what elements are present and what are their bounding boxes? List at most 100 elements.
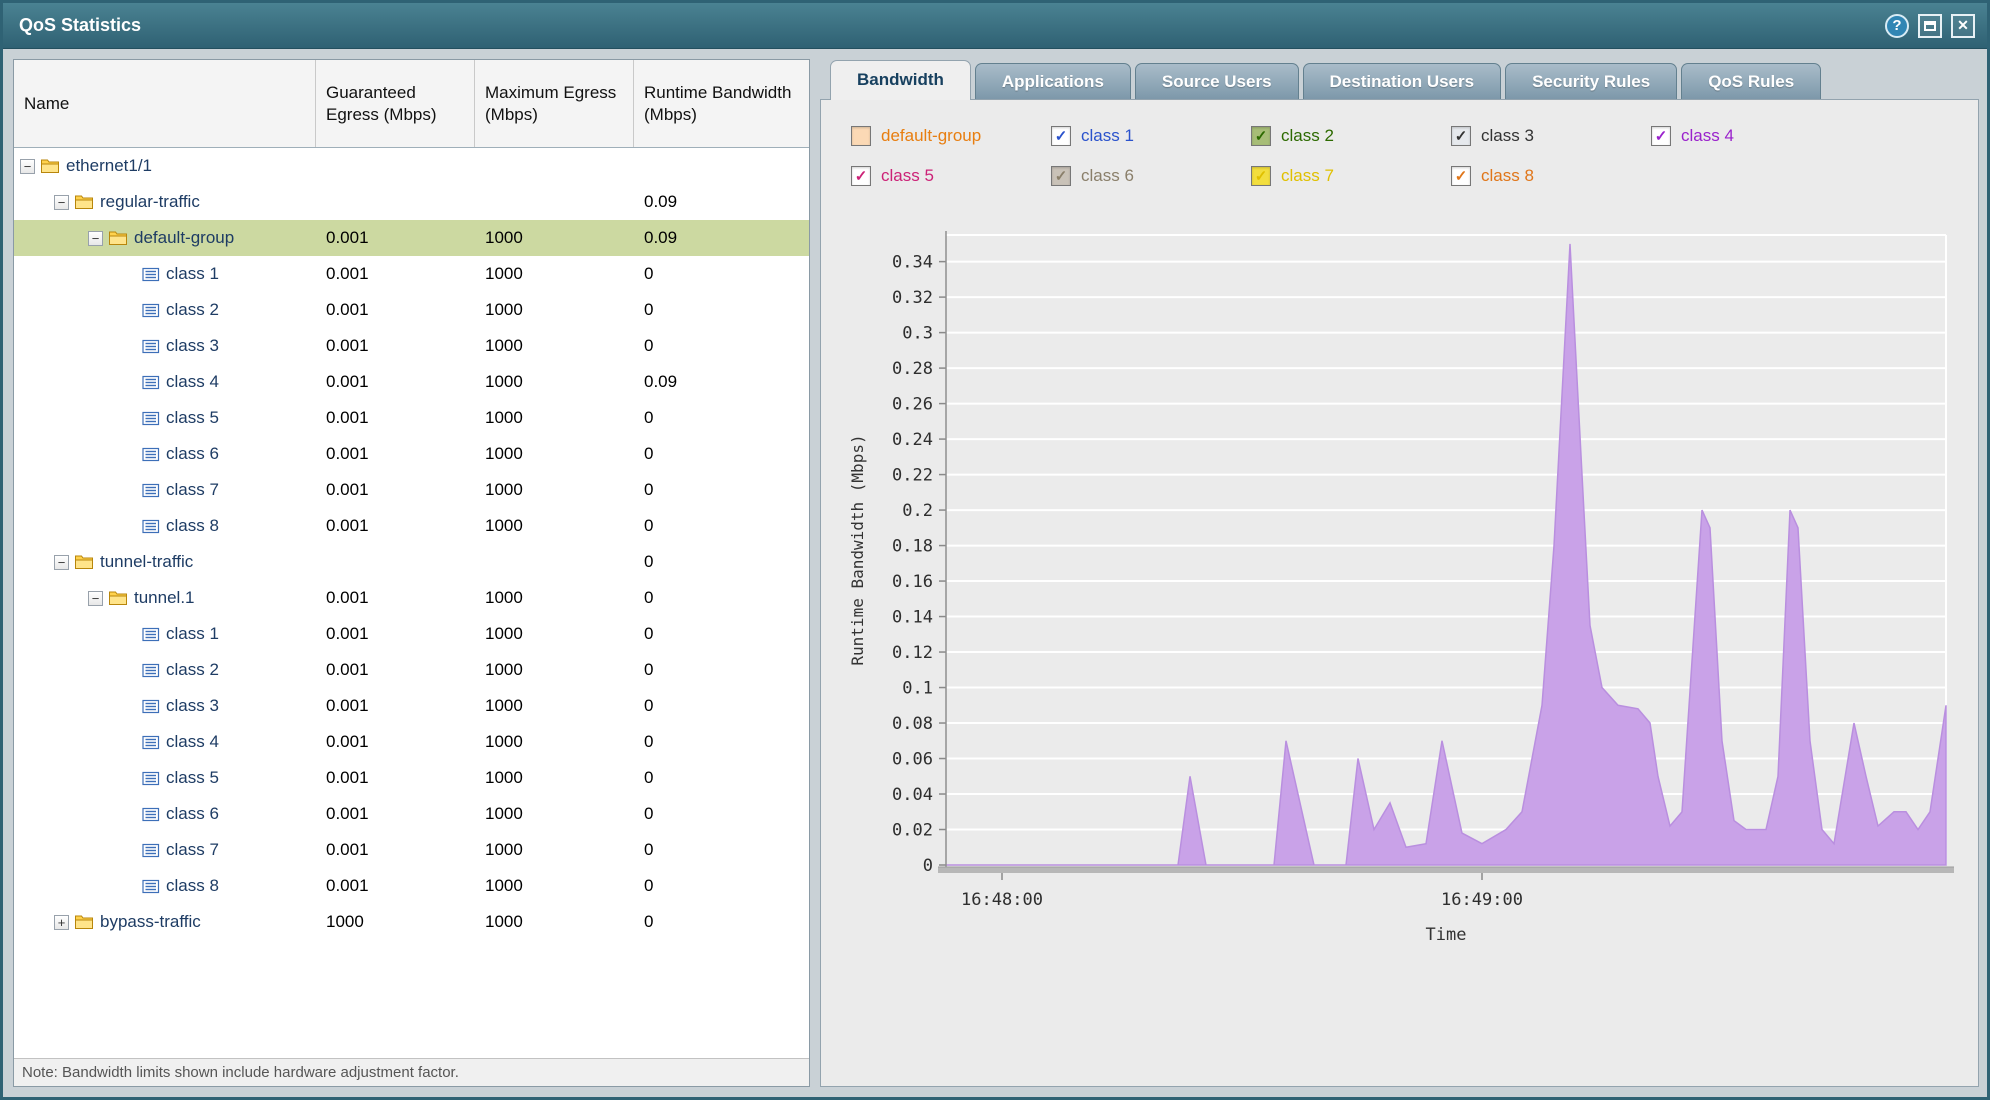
folder-icon (108, 590, 128, 606)
tree-node-label: class 1 (166, 624, 219, 644)
legend-checkbox-class-6[interactable]: ✓ (1051, 166, 1071, 186)
value-cell: 1000 (475, 292, 634, 328)
tab-qos-rules[interactable]: QoS Rules (1681, 63, 1821, 99)
tree-row-default-group[interactable]: −default-group0.00110000.09 (14, 220, 809, 256)
title-bar: QoS Statistics ? ✕ (3, 3, 1987, 49)
tree-row-class-2[interactable]: class 20.00110000 (14, 292, 809, 328)
tab-source-users[interactable]: Source Users (1135, 63, 1299, 99)
bandwidth-tab-panel: default-group✓class 1✓class 2✓class 3✓cl… (820, 99, 1979, 1087)
legend-checkbox-default-group[interactable] (851, 126, 871, 146)
value-cell: 0.001 (316, 256, 475, 292)
class-icon (142, 519, 160, 534)
tree-row-class-4[interactable]: class 40.00110000 (14, 724, 809, 760)
tree-name-cell: − tunnel.1 (14, 580, 316, 616)
tree-row-class-6[interactable]: class 60.00110000 (14, 796, 809, 832)
value-cell: 0 (634, 904, 809, 940)
legend-checkbox-class-4[interactable]: ✓ (1651, 126, 1671, 146)
value-cell: 1000 (475, 652, 634, 688)
column-header-name[interactable]: Name (14, 60, 316, 147)
tree-node-label: class 8 (166, 876, 219, 896)
tree-row-tunnel-1[interactable]: −tunnel.10.00110000 (14, 580, 809, 616)
tree-node-label: bypass-traffic (100, 912, 201, 932)
tree-row-class-6[interactable]: class 60.00110000 (14, 436, 809, 472)
legend-item-class-5: ✓class 5 (851, 166, 1051, 186)
class-icon (142, 843, 160, 858)
svg-text:0.04: 0.04 (892, 785, 933, 805)
tree-node-label: class 3 (166, 336, 219, 356)
minimize-button[interactable] (1918, 14, 1942, 38)
tab-destination-users[interactable]: Destination Users (1303, 63, 1502, 99)
tree-row-class-4[interactable]: class 40.00110000.09 (14, 364, 809, 400)
class-icon (142, 699, 160, 714)
tree-row-regular-traffic[interactable]: − regular-traffic 0.09 (14, 184, 809, 220)
tree-row-tunnel-traffic[interactable]: −tunnel-traffic 0 (14, 544, 809, 580)
legend-checkbox-class-1[interactable]: ✓ (1051, 126, 1071, 146)
value-cell: 0 (634, 328, 809, 364)
minimize-icon (1924, 21, 1936, 31)
expand-expander-icon[interactable]: + (54, 915, 69, 930)
tree-row-class-8[interactable]: class 80.00110000 (14, 508, 809, 544)
class-icon (142, 627, 160, 642)
value-cell: 1000 (475, 328, 634, 364)
tree-name-cell: class 6 (14, 436, 316, 472)
svg-text:0.28: 0.28 (892, 359, 933, 379)
legend-checkbox-class-3[interactable]: ✓ (1451, 126, 1471, 146)
column-header-guaranteed-egress[interactable]: Guaranteed Egress (Mbps) (316, 60, 475, 147)
legend-item-default-group: default-group (851, 126, 1051, 146)
tree-row-class-3[interactable]: class 30.00110000 (14, 328, 809, 364)
svg-text:0.2: 0.2 (902, 501, 933, 521)
legend-label: class 1 (1081, 126, 1134, 146)
column-header-maximum-egress[interactable]: Maximum Egress (Mbps) (475, 60, 634, 147)
help-button[interactable]: ? (1885, 14, 1909, 38)
tree-name-cell: −tunnel-traffic (14, 544, 316, 580)
folder-icon (74, 914, 94, 930)
tree-row-class-3[interactable]: class 30.00110000 (14, 688, 809, 724)
value-cell: 0.001 (316, 436, 475, 472)
tab-bandwidth[interactable]: Bandwidth (830, 60, 971, 100)
collapse-expander-icon[interactable]: − (88, 231, 103, 246)
svg-text:0.3: 0.3 (902, 324, 933, 344)
close-button[interactable]: ✕ (1951, 14, 1975, 38)
tree-node-label: class 8 (166, 516, 219, 536)
tree-row-class-7[interactable]: class 70.00110000 (14, 832, 809, 868)
tab-security-rules[interactable]: Security Rules (1505, 63, 1677, 99)
tree-body: −ethernet1/1−regular-traffic0.09−default… (14, 148, 809, 1058)
tab-applications[interactable]: Applications (975, 63, 1131, 99)
value-cell: 0.001 (316, 688, 475, 724)
value-cell: 1000 (475, 616, 634, 652)
tree-row-class-5[interactable]: class 50.00110000 (14, 760, 809, 796)
tree-node-label: tunnel.1 (134, 588, 195, 608)
tree-node-label: class 1 (166, 264, 219, 284)
class-icon (142, 339, 160, 354)
tree-name-cell: class 8 (14, 508, 316, 544)
legend-checkbox-class-2[interactable]: ✓ (1251, 126, 1271, 146)
tree-row-class-5[interactable]: class 50.00110000 (14, 400, 809, 436)
legend-label: class 7 (1281, 166, 1334, 186)
tree-row-class-2[interactable]: class 20.00110000 (14, 652, 809, 688)
tree-node-label: class 2 (166, 300, 219, 320)
tree-node-label: class 3 (166, 696, 219, 716)
svg-text:0.12: 0.12 (892, 643, 933, 663)
tree-row-bypass-traffic[interactable]: +bypass-traffic100010000 (14, 904, 809, 940)
statistics-region: BandwidthApplicationsSource UsersDestina… (820, 59, 1979, 1087)
legend-checkbox-class-8[interactable]: ✓ (1451, 166, 1471, 186)
column-header-runtime-bandwidth[interactable]: Runtime Bandwidth (Mbps) (634, 60, 809, 147)
value-cell (475, 148, 634, 184)
legend-checkbox-class-5[interactable]: ✓ (851, 166, 871, 186)
collapse-expander-icon[interactable]: − (54, 555, 69, 570)
value-cell: 0 (634, 436, 809, 472)
value-cell: 0.09 (634, 184, 809, 220)
legend-checkbox-class-7[interactable]: ✓ (1251, 166, 1271, 186)
tree-row-class-8[interactable]: class 80.00110000 (14, 868, 809, 904)
value-cell: 0 (634, 544, 809, 580)
tree-node-label: regular-traffic (100, 192, 200, 212)
collapse-expander-icon[interactable]: − (88, 591, 103, 606)
collapse-expander-icon[interactable]: − (54, 195, 69, 210)
value-cell: 0.001 (316, 724, 475, 760)
tree-row-ethernet1-1[interactable]: −ethernet1/1 (14, 148, 809, 184)
tree-row-class-7[interactable]: class 70.00110000 (14, 472, 809, 508)
tree-row-class-1[interactable]: class 10.00110000 (14, 256, 809, 292)
collapse-expander-icon[interactable]: − (20, 159, 35, 174)
tree-row-class-1[interactable]: class 10.00110000 (14, 616, 809, 652)
svg-text:16:49:00: 16:49:00 (1441, 890, 1523, 910)
